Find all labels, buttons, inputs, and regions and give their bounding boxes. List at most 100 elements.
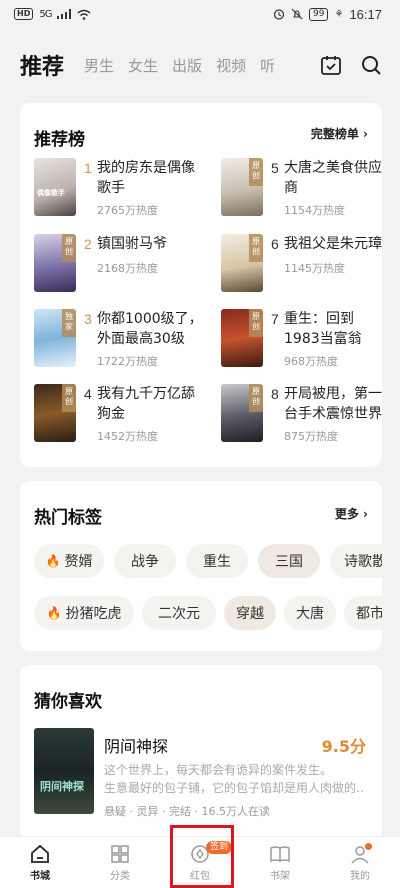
status-bar: HD 5G 99 ⚘ 16:17 xyxy=(0,0,400,28)
book-meta: 悬疑 · 灵异 · 完结 · 16.5万人在读 xyxy=(104,805,270,818)
book-icon xyxy=(270,846,290,863)
book-cover: 阴间神探 xyxy=(34,728,94,814)
signal-bars-icon xyxy=(57,9,72,19)
fire-icon: 🔥 xyxy=(45,554,61,568)
nav-label: 书架 xyxy=(270,871,290,882)
tag-tang[interactable]: 大唐 xyxy=(284,596,336,630)
rank-item-6[interactable]: 原创 6 我祖父是朱元璋 1145万热度 xyxy=(221,234,382,298)
rank-number: 3 xyxy=(84,311,92,327)
tag-urban[interactable]: 都市 xyxy=(344,596,382,630)
rank-number: 5 xyxy=(271,160,279,176)
tag-label: 诗歌散文 xyxy=(344,554,382,570)
full-ranking-link[interactable]: 完整榜单 › xyxy=(311,125,368,142)
tab-male[interactable]: 男生 xyxy=(84,55,114,76)
cover-badge: 原创 xyxy=(249,158,263,186)
more-tags-link[interactable]: 更多 › xyxy=(335,505,368,522)
rank-item-7[interactable]: 原创 7 重生：回到1983当富翁 968万热度 xyxy=(221,309,382,373)
fire-icon: 🔥 xyxy=(46,606,62,620)
cover-badge: 原创 xyxy=(62,234,76,262)
nav-label: 分类 xyxy=(110,871,130,882)
tag-label: 二次元 xyxy=(158,606,200,622)
book-cover: 原创 xyxy=(34,234,76,292)
cover-badge: 原创 xyxy=(62,384,76,412)
nav-category[interactable]: 分类 xyxy=(80,837,160,888)
nav-label: 书城 xyxy=(30,871,50,882)
rank-book-title: 我有九千万亿舔狗金 xyxy=(97,386,195,422)
book-cover: 原创 xyxy=(221,234,263,292)
rank-item-1[interactable]: 偶像歌手 1 我的房东是偶像歌手 2765万热度 xyxy=(34,158,204,222)
tag-label: 战争 xyxy=(131,554,159,570)
tag-label: 扮猪吃虎 xyxy=(65,606,122,622)
book-desc-line1: 这个世界上，每天都会有诡异的案件发生。 xyxy=(104,763,333,777)
nav-bookshelf[interactable]: 书架 xyxy=(240,837,320,888)
grid-icon xyxy=(111,845,129,863)
book-cover: 原创 xyxy=(221,309,263,367)
tag-label: 重生 xyxy=(203,554,231,570)
rank-item-8[interactable]: 原创 8 开局被甩，第一台手术震惊世界 875万热度 xyxy=(221,384,382,448)
ranking-card: 推荐榜 完整榜单 › 偶像歌手 1 我的房东是偶像歌手 2765万热度 原创 2… xyxy=(20,103,382,467)
rank-number: 6 xyxy=(271,236,279,252)
tag-zhuixu[interactable]: 🔥 赘婿 xyxy=(34,544,104,578)
tag-label: 赘婿 xyxy=(64,554,93,570)
tag-war[interactable]: 战争 xyxy=(114,544,176,578)
tag-label: 都市 xyxy=(356,606,382,622)
tag-rebirth[interactable]: 重生 xyxy=(186,544,248,578)
nav-label: 我的 xyxy=(350,871,370,882)
hot-tags-card: 热门标签 更多 › 🔥赘婿 战争 重生 三国 诗歌散文 🔥扮猪吃虎 二次元 穿越… xyxy=(20,481,382,651)
rank-item-3[interactable]: 独家 3 你都1000级了，外面最高30级 1722万热度 xyxy=(34,309,204,373)
rank-heat: 1154万热度 xyxy=(284,204,345,217)
rank-item-4[interactable]: 原创 4 我有九千万亿舔狗金 1452万热度 xyxy=(34,384,204,448)
nav-profile[interactable]: 我的 xyxy=(320,837,400,888)
search-icon[interactable] xyxy=(360,54,382,76)
book-cover: 原创 xyxy=(221,158,263,216)
checkin-calendar-icon[interactable] xyxy=(320,54,342,76)
rank-item-5[interactable]: 原创 5 大唐之美食供应商 1154万热度 xyxy=(221,158,382,222)
hot-tags-title: 热门标签 xyxy=(34,508,102,528)
home-icon xyxy=(31,844,49,863)
rank-heat: 1145万热度 xyxy=(284,262,345,275)
tab-recommend[interactable]: 推荐 xyxy=(20,49,64,81)
tab-listen[interactable]: 听 xyxy=(260,55,282,76)
mute-icon xyxy=(291,8,303,20)
tag-time-travel[interactable]: 穿越 xyxy=(224,596,276,630)
rank-number: 4 xyxy=(84,386,92,402)
rank-heat: 875万热度 xyxy=(284,430,338,443)
tab-publish[interactable]: 出版 xyxy=(172,55,202,76)
rank-number: 2 xyxy=(84,236,92,252)
rank-heat: 968万热度 xyxy=(284,355,338,368)
highlight-box xyxy=(170,825,234,888)
book-cover: 独家 xyxy=(34,309,76,367)
book-cover: 原创 xyxy=(221,384,263,442)
top-tab-bar: 推荐 男生 女生 出版 视频 听 xyxy=(0,40,400,90)
tab-video[interactable]: 视频 xyxy=(216,55,246,76)
rank-book-title: 大唐之美食供应商 xyxy=(284,160,382,196)
tab-female[interactable]: 女生 xyxy=(128,55,158,76)
rank-number: 1 xyxy=(84,160,92,176)
rank-book-title: 重生：回到1983当富翁 xyxy=(284,311,362,347)
hd-icon: HD xyxy=(14,8,34,20)
cover-art: 偶像歌手 xyxy=(37,189,65,197)
book-desc-line2: 生意最好的包子铺，它的包子馅却是用人肉做的… xyxy=(104,781,364,795)
cover-badge: 原创 xyxy=(249,234,263,262)
tag-acg[interactable]: 二次元 xyxy=(142,596,216,630)
tag-three-kingdoms[interactable]: 三国 xyxy=(258,544,320,578)
rank-heat: 1452万热度 xyxy=(97,430,158,443)
notification-dot xyxy=(365,843,372,850)
battery-icon: 99 xyxy=(309,7,329,21)
clock: 16:17 xyxy=(349,6,382,22)
rank-book-title: 我的房东是偶像歌手 xyxy=(97,160,195,196)
cover-badge: 独家 xyxy=(62,309,76,337)
tag-poetry[interactable]: 诗歌散文 xyxy=(330,544,382,578)
wifi-icon xyxy=(77,9,91,20)
rank-number: 8 xyxy=(271,386,279,402)
rank-number: 7 xyxy=(271,311,279,327)
guess-book[interactable]: 阴间神探 阴间神探 9.5分 这个世界上，每天都会有诡异的案件发生。 生意最好的… xyxy=(20,725,382,825)
rank-heat: 2168万热度 xyxy=(97,262,158,275)
nav-bookstore[interactable]: 书城 xyxy=(0,837,80,888)
signal-icon: 5G xyxy=(39,8,52,20)
tag-pig-tiger[interactable]: 🔥 扮猪吃虎 xyxy=(34,596,134,630)
rank-item-2[interactable]: 原创 2 镇国驸马爷 2168万热度 xyxy=(34,234,204,298)
book-title: 阴间神探 xyxy=(104,737,169,756)
book-score: 9.5分 xyxy=(321,737,366,756)
rank-heat: 2765万热度 xyxy=(97,204,158,217)
